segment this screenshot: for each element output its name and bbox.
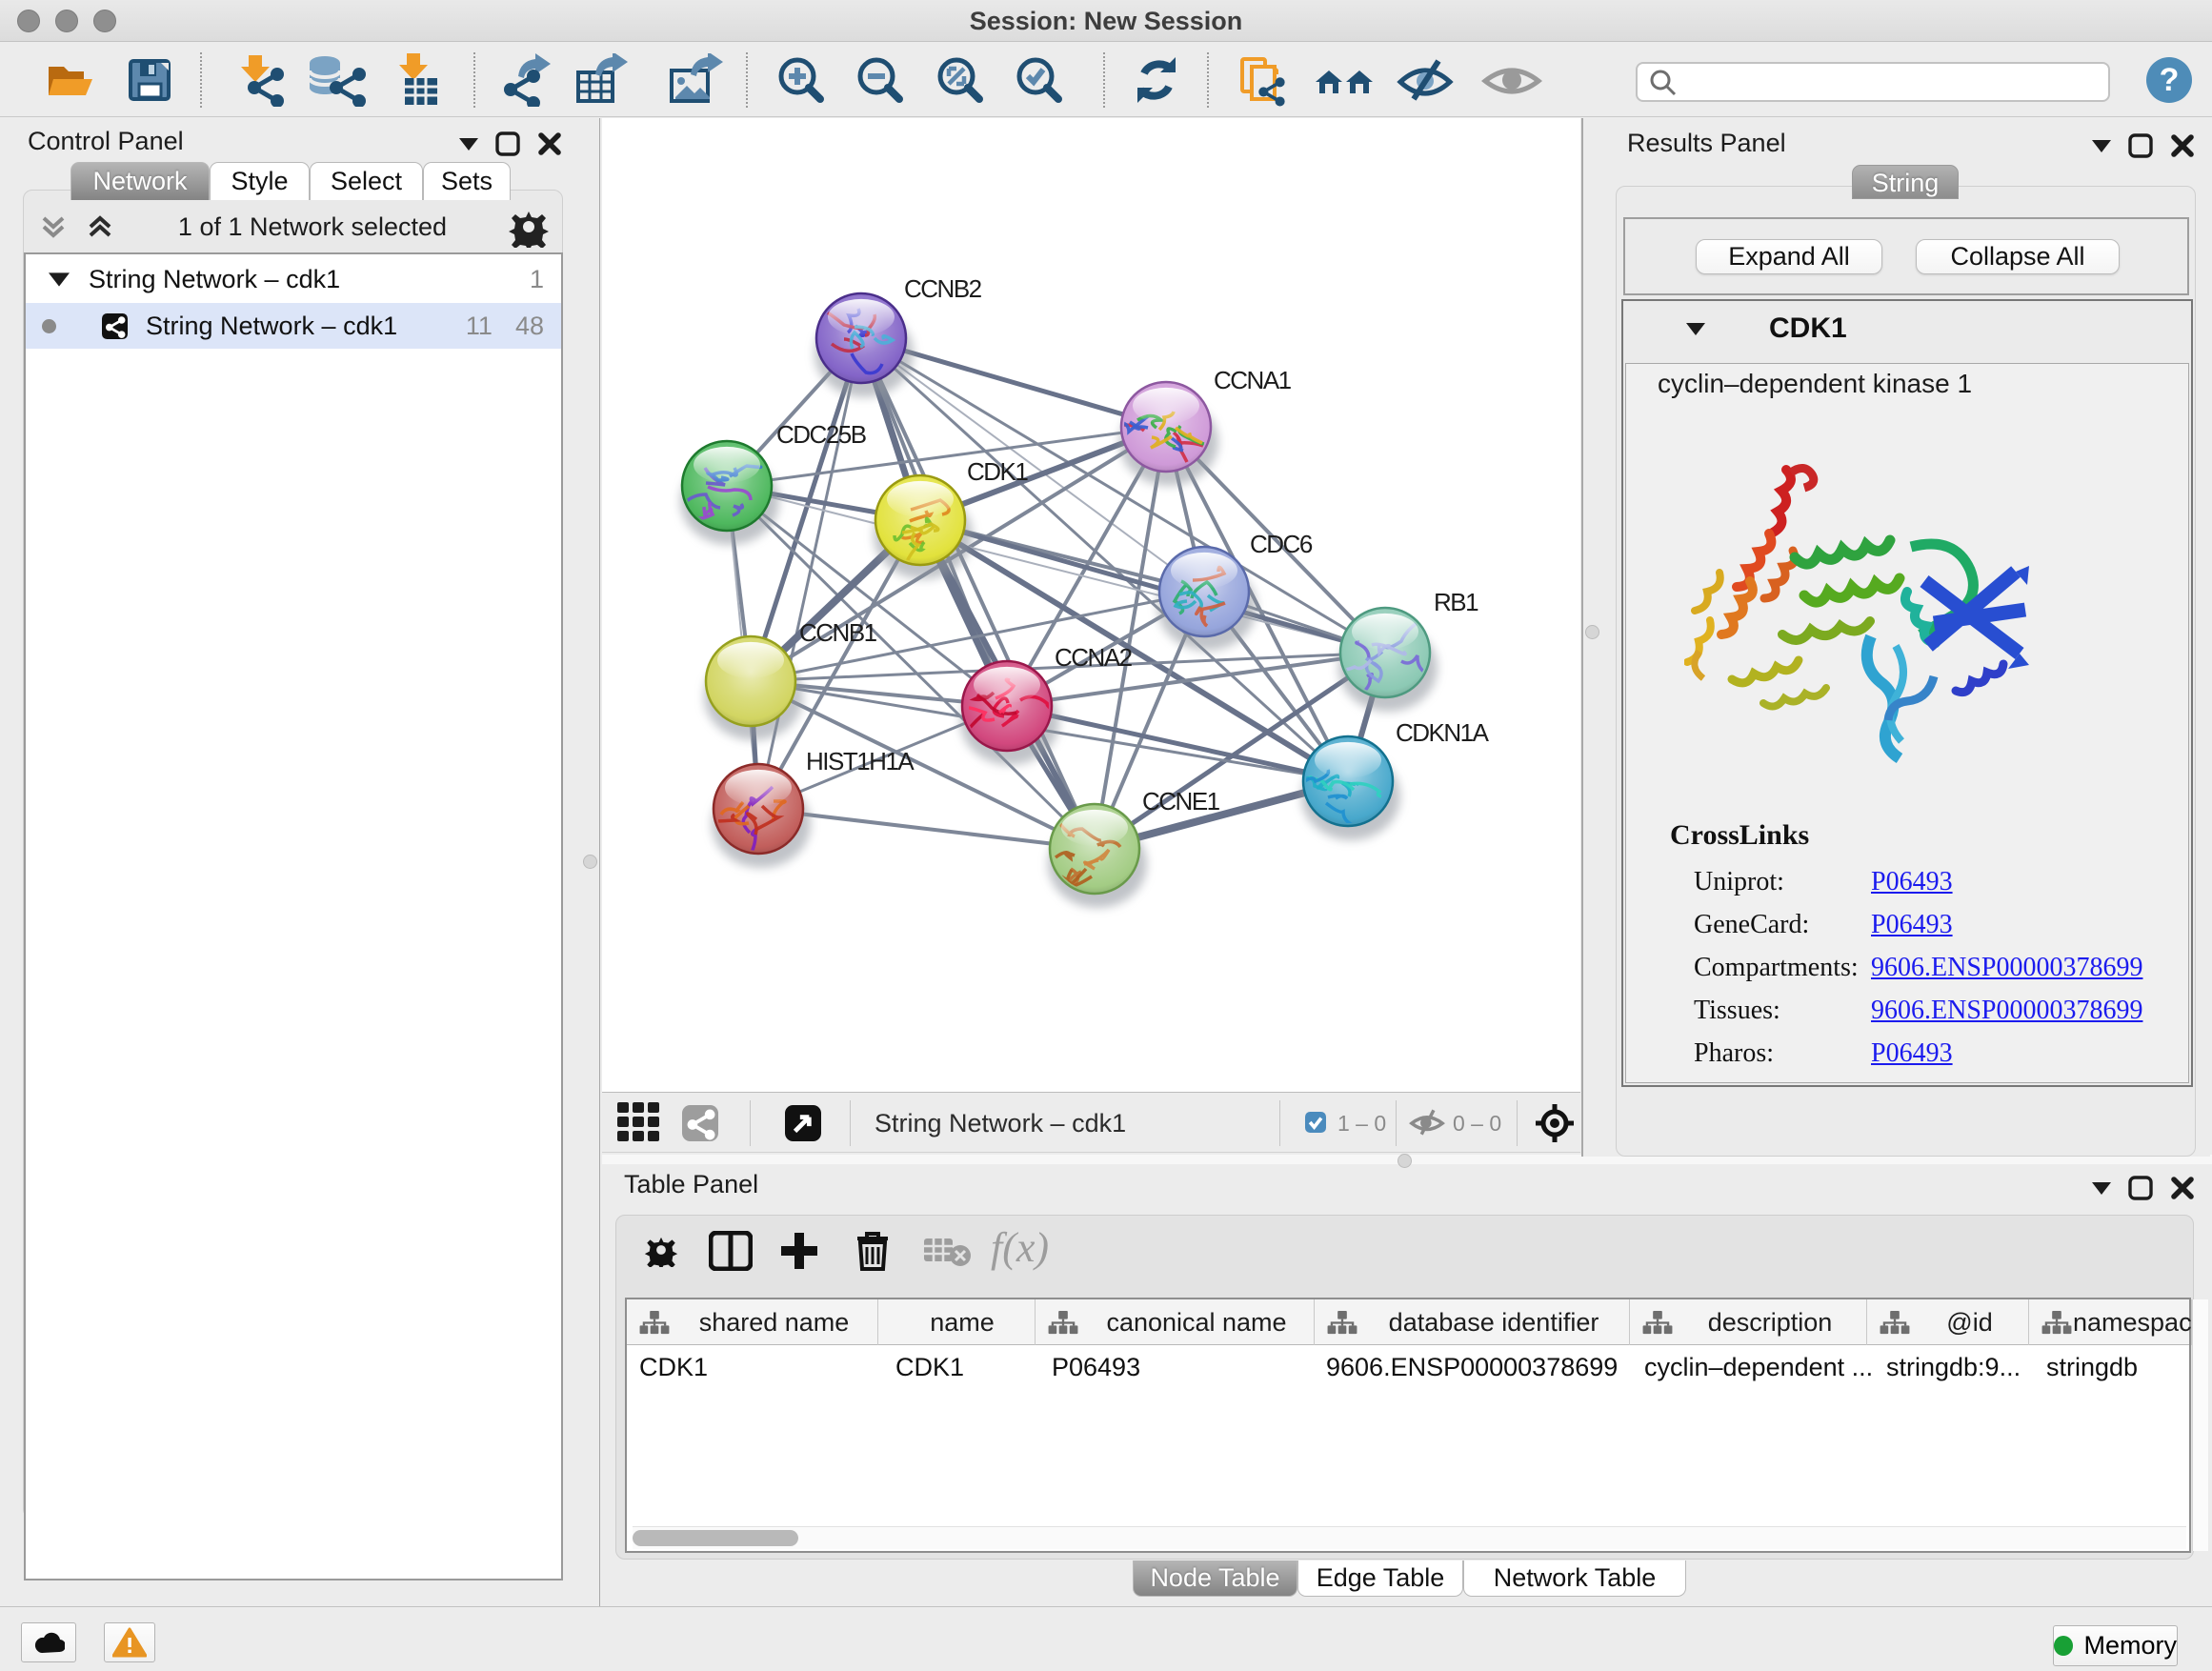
svg-text:CCNA2: CCNA2 [1055,643,1133,672]
svg-text:CDK1: CDK1 [967,457,1028,486]
svg-text:CCNB1: CCNB1 [799,618,877,647]
svg-text:CDC6: CDC6 [1250,530,1313,558]
svg-text:CCNA1: CCNA1 [1214,366,1292,394]
svg-text:CDC25B: CDC25B [776,420,866,449]
svg-text:HIST1H1A: HIST1H1A [806,747,915,775]
svg-text:CCNE1: CCNE1 [1142,787,1220,815]
svg-text:CCNB2: CCNB2 [904,274,982,303]
svg-text:RB1: RB1 [1434,588,1478,616]
svg-text:CDKN1A: CDKN1A [1396,718,1490,747]
